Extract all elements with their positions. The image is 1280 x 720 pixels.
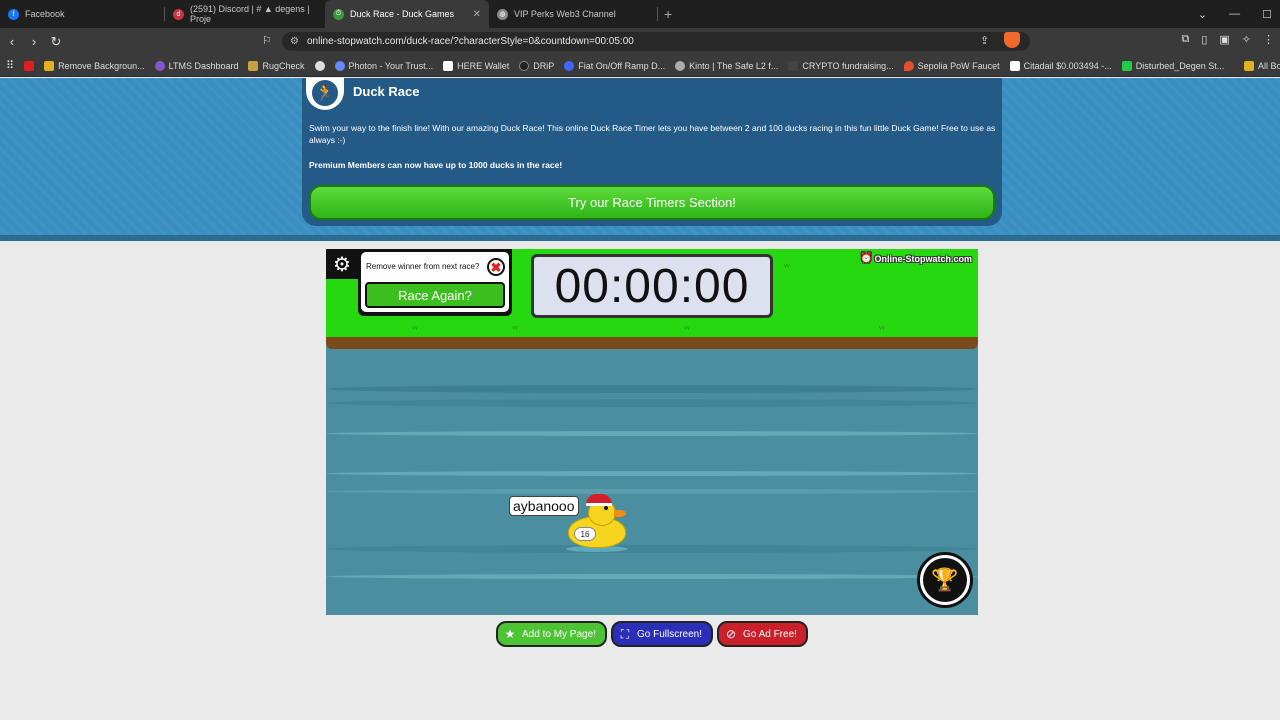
new-tab-button[interactable]: + xyxy=(664,6,672,22)
extensions-icon[interactable]: ⧉ xyxy=(1181,33,1189,46)
page-description: Swim your way to the finish line! With o… xyxy=(309,123,996,145)
bookmark-icon xyxy=(675,60,686,71)
dirt-bank xyxy=(326,337,978,349)
bookmark-remove-background[interactable]: Remove Backgroun... xyxy=(44,60,145,71)
go-fullscreen-button[interactable]: ⛶ Go Fullscreen! xyxy=(611,621,713,647)
minimize-icon[interactable]: — xyxy=(1229,8,1240,20)
globe-icon xyxy=(314,60,325,71)
bookmark-citadail[interactable]: Citadail $0.003494 -... xyxy=(1009,60,1112,71)
page-actions: ★ Add to My Page! ⛶ Go Fullscreen! ⊘ Go … xyxy=(496,621,808,647)
trophy-button[interactable]: 🏆 xyxy=(917,552,973,608)
bookmark-icon xyxy=(788,60,799,71)
trophy-icon: 🏆 xyxy=(923,558,967,602)
bookmark-youtube[interactable] xyxy=(24,60,35,71)
clock-icon: ⏰ xyxy=(860,253,873,264)
tab-duck-race[interactable]: ⏱ Duck Race - Duck Games ✕ xyxy=(325,0,489,28)
folder-icon xyxy=(1244,60,1254,71)
menu-icon[interactable]: ⋮ xyxy=(1263,33,1274,46)
youtube-icon xyxy=(24,60,35,71)
bookmark-rugcheck[interactable]: RugCheck xyxy=(248,60,305,71)
race-timer: 00:00:00 xyxy=(531,254,773,318)
facebook-icon: f xyxy=(8,8,19,20)
star-icon: ★ xyxy=(504,627,516,641)
bookmark-drip[interactable]: DRiP xyxy=(519,60,554,71)
go-ad-free-button[interactable]: ⊘ Go Ad Free! xyxy=(717,621,808,647)
extensions-row: ⧉ ▯ ▣ ✧ ⋮ xyxy=(1181,33,1274,46)
bookmark-icon xyxy=(1009,60,1020,71)
apps-icon[interactable]: ⠿ xyxy=(6,59,14,72)
bookmark-photon[interactable]: Photon - Your Trust... xyxy=(334,60,433,71)
back-icon[interactable]: ‹ xyxy=(2,34,22,49)
bookmark-here-wallet[interactable]: HERE Wallet xyxy=(443,60,509,71)
bookmark-sepolia[interactable]: Sepolia PoW Faucet xyxy=(903,60,1000,71)
duck-number-badge: 16 xyxy=(574,527,596,541)
reload-icon[interactable]: ↻ xyxy=(46,34,66,50)
forward-icon[interactable]: › xyxy=(24,34,44,49)
remove-winner-toggle-icon[interactable]: ✖ xyxy=(487,258,505,276)
stopwatch-icon: ⏱ xyxy=(333,8,344,20)
no-ads-icon: ⊘ xyxy=(725,627,737,641)
site-info-icon[interactable]: ⚙ xyxy=(290,36,299,47)
tab-facebook[interactable]: f Facebook xyxy=(0,0,164,28)
bookmark-icon xyxy=(334,60,345,71)
brand-logo[interactable]: ⏰ Online-Stopwatch.com xyxy=(860,253,972,264)
tab-vip-perks[interactable]: ◍ VIP Perks Web3 Channel xyxy=(489,0,657,28)
race-timers-button[interactable]: Try our Race Timers Section! xyxy=(309,185,995,220)
share-icon[interactable]: ⇪ xyxy=(980,34,989,47)
bookmark-icon xyxy=(44,60,55,71)
bookmark-globe[interactable] xyxy=(314,60,325,71)
bookmark-icon xyxy=(519,60,530,71)
duck-race-game[interactable]: ᵥᵥ ᵥᵥ ᵥᵥ ᵥᵥ ᵥᵥ ⚙ Remove winner from next… xyxy=(326,249,978,615)
bookmark-disturbed-degen[interactable]: Disturbed_Degen St... xyxy=(1121,60,1224,71)
wallet-icon[interactable]: ▣ xyxy=(1219,33,1229,46)
globe-icon: ◍ xyxy=(497,8,508,20)
runner-icon: 🏃 xyxy=(310,78,340,108)
url-field[interactable]: ⚙ online-stopwatch.com/duck-race/?charac… xyxy=(282,32,1030,51)
remove-winner-label: Remove winner from next race? xyxy=(366,262,480,271)
address-bar-row: ‹ › ↻ ⚐ ⚙ online-stopwatch.com/duck-race… xyxy=(0,28,1280,55)
brave-shield-icon[interactable] xyxy=(1004,32,1020,48)
hero-card: 🏃 Duck Race Swim your way to the finish … xyxy=(302,78,1002,226)
duck-racer: 16 xyxy=(566,494,628,554)
bookmark-kinto[interactable]: Kinto | The Safe L2 f... xyxy=(675,60,778,71)
tab-discord[interactable]: d (2591) Discord | # ▲ degens | Proje xyxy=(165,0,325,28)
bookmark-icon xyxy=(443,60,454,71)
bookmark-icon xyxy=(564,60,575,71)
leo-icon[interactable]: ✧ xyxy=(1242,33,1251,46)
bookmark-icon[interactable]: ⚐ xyxy=(262,34,272,47)
tab-bar: f Facebook d (2591) Discord | # ▲ degens… xyxy=(0,0,1280,28)
bookmark-ltms[interactable]: LTMS Dashboard xyxy=(154,60,238,71)
santa-hat-icon xyxy=(586,494,612,506)
page-title: Duck Race xyxy=(353,84,420,99)
settings-gear-icon[interactable]: ⚙ xyxy=(326,249,358,279)
all-bookmarks[interactable]: All Bo xyxy=(1244,60,1280,71)
sidebar-icon[interactable]: ▯ xyxy=(1201,33,1207,46)
premium-note: Premium Members can now have up to 1000 … xyxy=(309,160,563,170)
add-to-my-page-button[interactable]: ★ Add to My Page! xyxy=(496,621,607,647)
bookmark-icon xyxy=(1121,60,1132,71)
close-tab-icon[interactable]: ✕ xyxy=(473,9,481,20)
fullscreen-icon: ⛶ xyxy=(620,626,630,641)
bookmarks-bar: ⠿ Remove Backgroun... LTMS Dashboard Rug… xyxy=(0,55,1280,77)
discord-icon: d xyxy=(173,8,184,20)
runner-logo: 🏃 xyxy=(306,78,344,110)
bookmark-icon xyxy=(154,60,165,71)
bookmark-icon xyxy=(903,60,914,71)
bookmark-icon xyxy=(248,60,259,71)
maximize-icon[interactable]: ☐ xyxy=(1262,8,1272,21)
window-controls: ⌄ — ☐ xyxy=(1198,0,1272,28)
race-again-button[interactable]: Race Again? xyxy=(365,282,505,308)
tab-list-icon[interactable]: ⌄ xyxy=(1198,8,1207,21)
bookmark-fiat-ramp[interactable]: Fiat On/Off Ramp D... xyxy=(564,60,665,71)
remove-winner-panel: Remove winner from next race? ✖ Race Aga… xyxy=(358,249,512,316)
bookmark-crypto-fundraising[interactable]: CRYPTO fundraising... xyxy=(788,60,894,71)
